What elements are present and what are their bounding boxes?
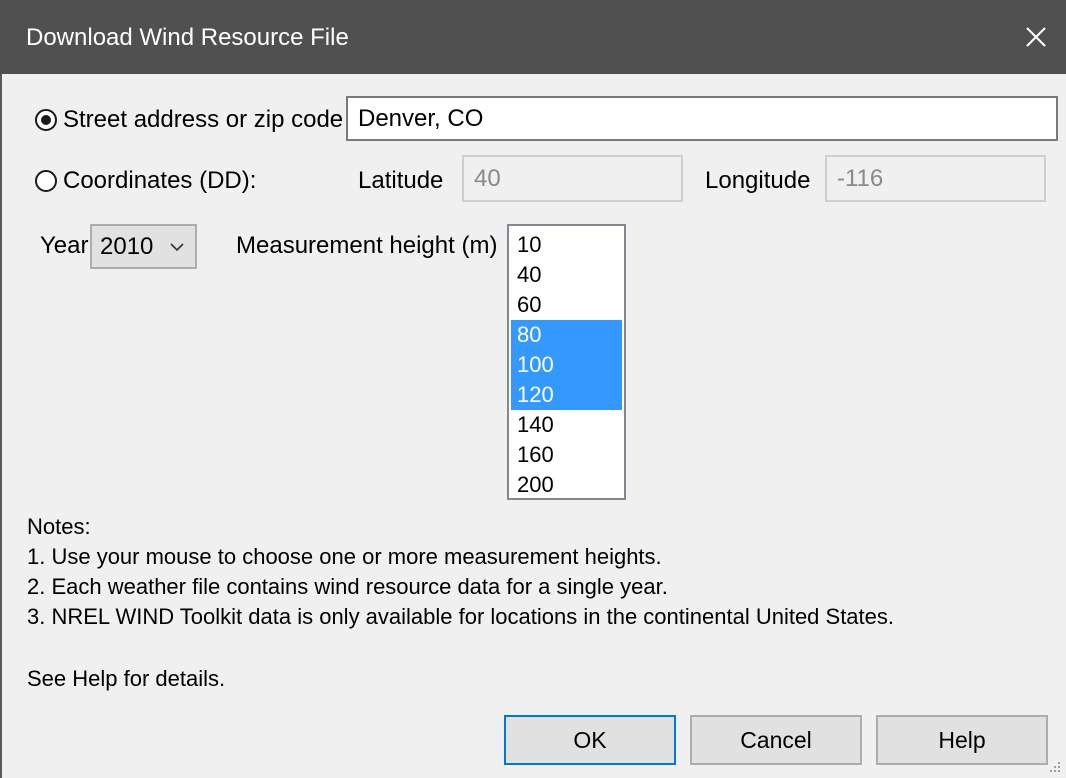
- height-option[interactable]: 40: [511, 260, 622, 290]
- window-border: [0, 74, 2, 778]
- help-button-label: Help: [938, 726, 986, 753]
- address-radio-option[interactable]: Street address or zip code: [35, 106, 343, 134]
- latitude-input-value: 40: [474, 164, 501, 192]
- close-icon: [1026, 27, 1046, 47]
- address-radio[interactable]: [35, 109, 57, 131]
- measurement-height-listbox[interactable]: 10 40 60 80 100 120 140 160 200: [507, 224, 626, 500]
- ok-button[interactable]: OK: [504, 715, 676, 765]
- help-button[interactable]: Help: [876, 715, 1048, 765]
- height-option[interactable]: 140: [511, 410, 622, 440]
- measurement-height-label: Measurement height (m): [236, 232, 498, 259]
- notes-heading: Notes:: [27, 514, 91, 539]
- height-option[interactable]: 10: [511, 230, 622, 260]
- close-button[interactable]: [1006, 0, 1066, 74]
- address-input-value: Denver, CO: [358, 104, 484, 132]
- year-select[interactable]: 2010: [90, 224, 197, 269]
- height-option-selected[interactable]: 80: [511, 320, 622, 350]
- note-line: 1. Use your mouse to choose one or more …: [27, 544, 662, 569]
- height-option-selected[interactable]: 100: [511, 350, 622, 380]
- address-input[interactable]: Denver, CO: [346, 96, 1058, 141]
- height-option[interactable]: 160: [511, 440, 622, 470]
- longitude-input-value: -116: [837, 164, 884, 192]
- longitude-label: Longitude: [705, 167, 811, 194]
- year-label: Year: [40, 232, 89, 259]
- height-option-selected[interactable]: 120: [511, 380, 622, 410]
- resize-grip-icon[interactable]: [1048, 760, 1062, 774]
- cancel-button[interactable]: Cancel: [690, 715, 862, 765]
- note-line: 2. Each weather file contains wind resou…: [27, 574, 668, 599]
- height-option[interactable]: 60: [511, 290, 622, 320]
- coordinates-radio[interactable]: [35, 170, 57, 192]
- window-title: Download Wind Resource File: [26, 24, 349, 51]
- longitude-input[interactable]: -116: [825, 155, 1046, 202]
- title-bar: Download Wind Resource File: [0, 0, 1066, 74]
- notes-section: Notes: 1. Use your mouse to choose one o…: [27, 512, 894, 632]
- year-select-value: 2010: [100, 232, 154, 260]
- ok-button-label: OK: [573, 726, 607, 753]
- height-option[interactable]: 200: [511, 470, 622, 500]
- coordinates-radio-option[interactable]: Coordinates (DD):: [35, 167, 256, 195]
- latitude-input[interactable]: 40: [462, 155, 683, 202]
- chevron-down-icon: [170, 243, 184, 252]
- coordinates-radio-label: Coordinates (DD):: [63, 167, 257, 194]
- address-radio-label: Street address or zip code: [63, 106, 344, 133]
- see-help-text: See Help for details.: [27, 666, 226, 691]
- latitude-label: Latitude: [358, 167, 444, 194]
- note-line: 3. NREL WIND Toolkit data is only availa…: [27, 604, 895, 629]
- cancel-button-label: Cancel: [740, 726, 812, 753]
